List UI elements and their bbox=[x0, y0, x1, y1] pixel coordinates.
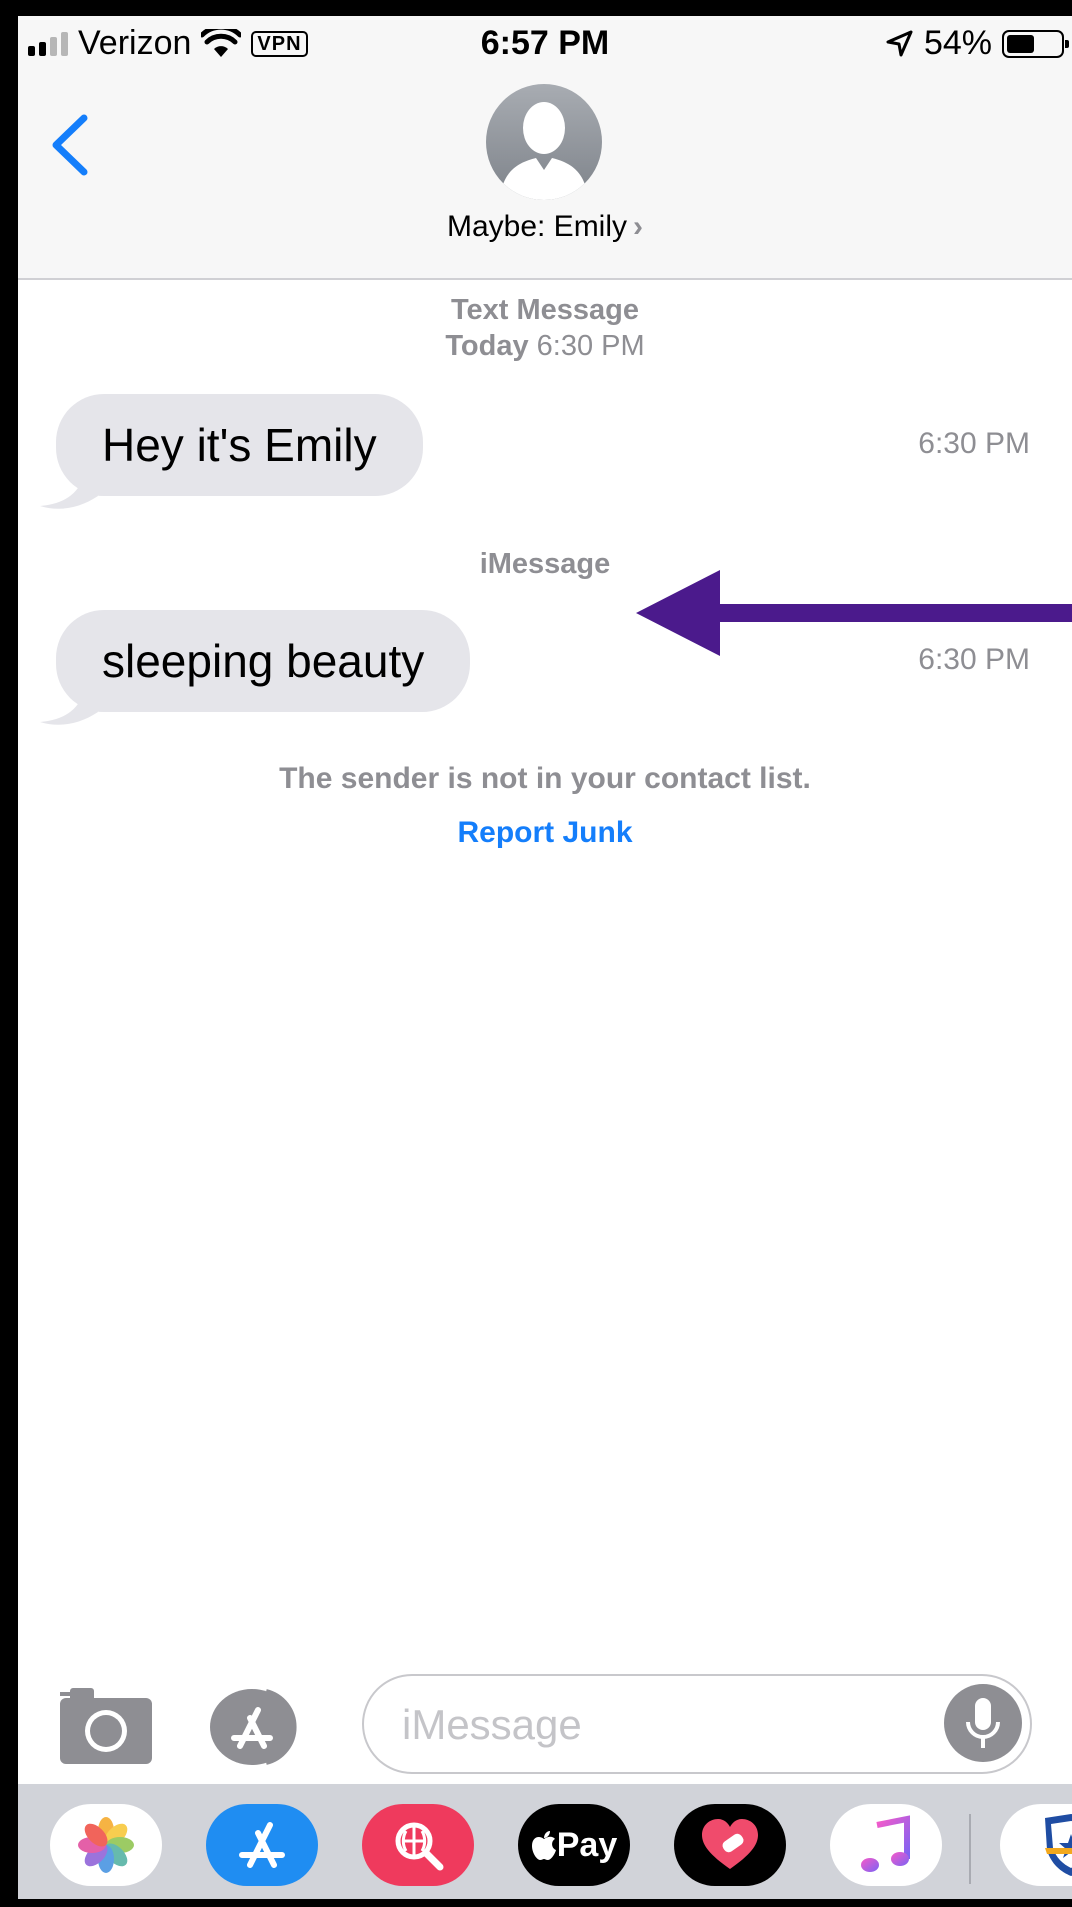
date-time: 6:30 PM bbox=[536, 330, 645, 362]
service-label-sms: Text Message bbox=[450, 294, 640, 326]
camera-icon[interactable] bbox=[60, 1688, 152, 1764]
back-chevron-icon[interactable] bbox=[46, 112, 94, 178]
music-app-button[interactable] bbox=[830, 1804, 942, 1886]
messages-screen: Verizon VPN 6:57 PM 54% Maybe: Emily › T… bbox=[18, 16, 1072, 1899]
apple-pay-button[interactable]: Pay bbox=[518, 1804, 630, 1886]
status-bar: Verizon VPN 6:57 PM 54% bbox=[18, 16, 1072, 78]
message-input[interactable] bbox=[400, 1696, 924, 1754]
contact-avatar[interactable] bbox=[486, 84, 602, 200]
date-header: Today 6:30 PM bbox=[18, 330, 1072, 363]
date-day: Today bbox=[445, 330, 529, 362]
apple-pay-label: Pay bbox=[556, 1825, 618, 1864]
web-search-icon bbox=[395, 1822, 444, 1871]
contact-name-button[interactable]: Maybe: Emily › bbox=[18, 210, 1072, 244]
battery-icon bbox=[1002, 29, 1069, 58]
message-bubble[interactable]: Hey it's Emily bbox=[56, 394, 423, 496]
espn-app-button[interactable] bbox=[1000, 1804, 1072, 1886]
music-icon bbox=[861, 1815, 910, 1872]
message-bubble[interactable]: sleeping beauty bbox=[56, 610, 471, 712]
person-silhouette-icon bbox=[500, 102, 588, 200]
message-input-container bbox=[362, 1674, 1032, 1774]
app-store-button[interactable] bbox=[206, 1804, 318, 1886]
app-store-icon bbox=[239, 1822, 285, 1868]
location-arrow-icon bbox=[886, 30, 913, 56]
app-store-apps-icon[interactable] bbox=[210, 1686, 314, 1768]
contact-name: Maybe: Emily bbox=[446, 210, 628, 243]
conversation-header: Maybe: Emily › bbox=[18, 78, 1072, 280]
status-right: 54% bbox=[884, 24, 1069, 63]
web-search-app-button[interactable] bbox=[362, 1804, 474, 1886]
espn-icon bbox=[1045, 1814, 1072, 1876]
unknown-sender-notice: The sender is not in your contact list. bbox=[279, 762, 811, 795]
chevron-right-icon: › bbox=[633, 210, 644, 243]
heart-sticker-icon bbox=[702, 1819, 758, 1869]
microphone-button[interactable] bbox=[944, 1684, 1022, 1762]
message-timestamp: 6:30 PM bbox=[918, 427, 1030, 460]
heart-sticker-app-button[interactable] bbox=[674, 1804, 786, 1886]
app-drawer: Pay bbox=[18, 1784, 1072, 1899]
battery-percent: 54% bbox=[923, 24, 992, 62]
photos-icon bbox=[78, 1817, 134, 1873]
drawer-divider bbox=[969, 1814, 971, 1884]
apple-pay-icon bbox=[531, 1831, 556, 1860]
annotation-arrow-icon bbox=[636, 570, 1072, 656]
photos-app-button[interactable] bbox=[50, 1804, 162, 1886]
report-junk-link[interactable]: Report Junk bbox=[18, 816, 1072, 850]
microphone-icon bbox=[966, 1698, 1000, 1748]
